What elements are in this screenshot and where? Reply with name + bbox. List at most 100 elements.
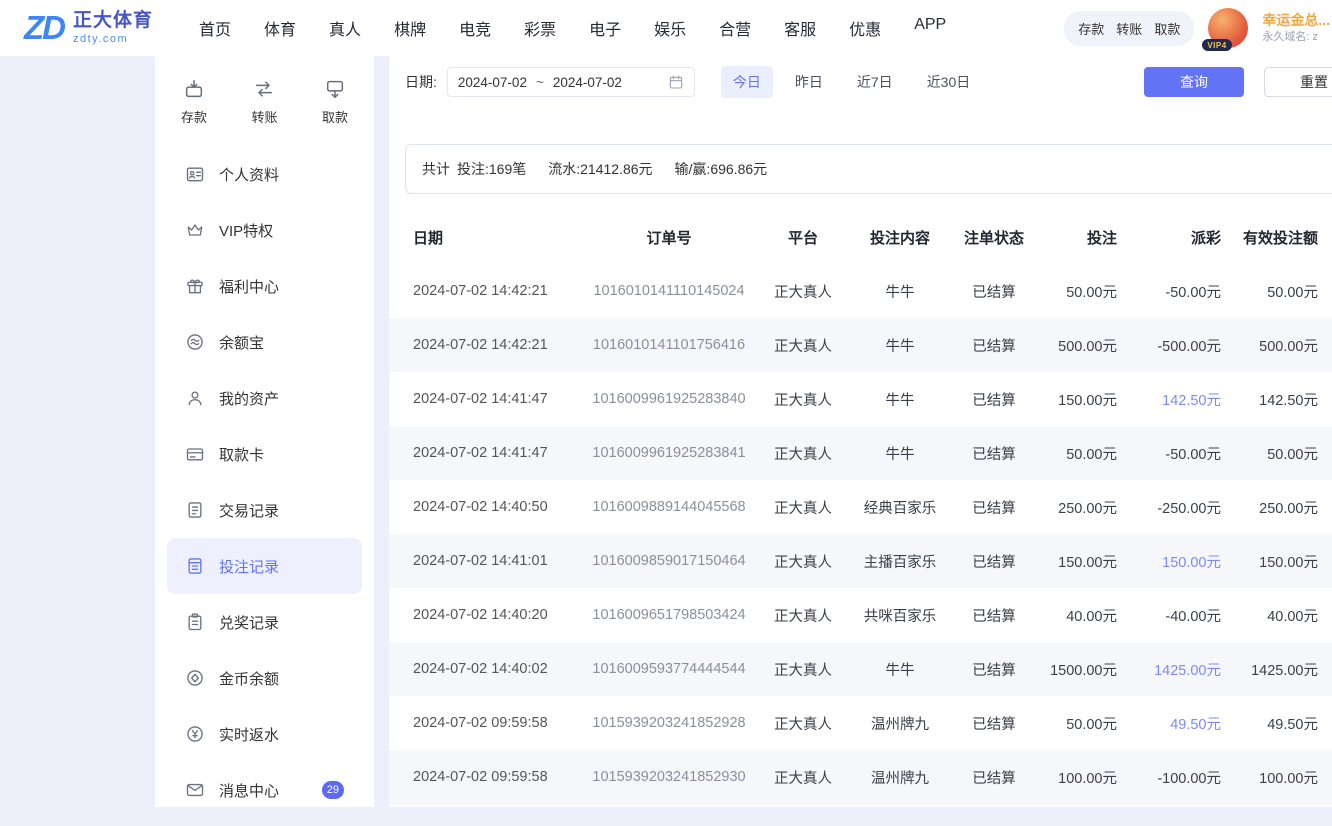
brand-logo[interactable]: ZD 正大体育 zdty.com xyxy=(24,9,153,47)
cell-order-number: 1016009593774444544 xyxy=(579,661,759,677)
date-label: 日期: xyxy=(405,72,437,92)
nav-item-3[interactable]: 真人 xyxy=(329,16,361,40)
summary-bar: 共计 投注:169笔 流水:21412.86元 输/赢:696.86元 xyxy=(405,144,1332,194)
calendar-icon[interactable] xyxy=(668,74,684,90)
column-header-5: 注单状态 xyxy=(953,227,1035,248)
sidebar-item-label: 个人资料 xyxy=(219,164,279,185)
sidebar-item-label: VIP特权 xyxy=(219,220,273,241)
cell-order-number: 1016009651798503424 xyxy=(579,607,759,623)
header-quick-link-2[interactable]: 转账 xyxy=(1116,19,1142,38)
cell-valid-bet: 50.00元 xyxy=(1229,281,1332,302)
sidebar-item-9[interactable]: 兑奖记录 xyxy=(167,594,362,650)
table-body: 2024-07-02 14:42:211016010141110145024正大… xyxy=(389,264,1332,804)
cell-status: 已结算 xyxy=(953,335,1035,356)
cell-status: 已结算 xyxy=(953,281,1035,302)
table-row: 2024-07-02 14:41:011016009859017150464正大… xyxy=(389,534,1332,588)
cell-payout: 49.50元 xyxy=(1125,713,1229,734)
table-row: 2024-07-02 14:42:211016010141110145024正大… xyxy=(389,264,1332,318)
bets-icon xyxy=(185,556,205,576)
nav-item-2[interactable]: 体育 xyxy=(264,16,296,40)
sidebar-item-6[interactable]: 取款卡 xyxy=(167,426,362,482)
nav-item-5[interactable]: 电竞 xyxy=(459,16,491,40)
sidebar-item-4[interactable]: 余额宝 xyxy=(167,314,362,370)
sidebar-item-5[interactable]: 我的资产 xyxy=(167,370,362,426)
nav-item-11[interactable]: 优惠 xyxy=(849,16,881,40)
sidebar-item-11[interactable]: 实时返水 xyxy=(167,706,362,762)
cell-payout: -500.00元 xyxy=(1125,335,1229,356)
header-quick-link-1[interactable]: 存款 xyxy=(1078,19,1104,38)
sidebar-item-label: 余额宝 xyxy=(219,332,264,353)
unread-count-badge: 29 xyxy=(322,781,344,799)
nav-item-12[interactable]: APP xyxy=(914,16,946,40)
date-shortcut-tabs: 今日昨日近7日近30日 xyxy=(721,66,982,98)
nav-item-8[interactable]: 娱乐 xyxy=(654,16,686,40)
cell-bet-amount: 150.00元 xyxy=(1035,389,1125,410)
quick-action-label: 转账 xyxy=(251,107,277,126)
yuebao-icon xyxy=(185,332,205,352)
nav-item-1[interactable]: 首页 xyxy=(199,16,231,40)
main-content: 日期: 2024-07-02 ~ 2024-07-02 今日昨日近7日近30日 … xyxy=(389,56,1332,807)
nav-item-9[interactable]: 合营 xyxy=(719,16,751,40)
table-row: 2024-07-02 14:42:211016010141101756416正大… xyxy=(389,318,1332,372)
table-row: 2024-07-02 14:40:021016009593774444544正大… xyxy=(389,642,1332,696)
column-header-3: 平台 xyxy=(759,227,847,248)
date-tab-4[interactable]: 近30日 xyxy=(915,66,983,98)
cell-status: 已结算 xyxy=(953,659,1035,680)
nav-item-7[interactable]: 电子 xyxy=(589,16,621,40)
nav-item-4[interactable]: 棋牌 xyxy=(394,16,426,40)
cell-order-number: 1016009889144045568 xyxy=(579,499,759,515)
cell-status: 已结算 xyxy=(953,551,1035,572)
cell-bet-content: 牛牛 xyxy=(847,443,953,464)
sidebar-item-3[interactable]: 福利中心 xyxy=(167,258,362,314)
date-tab-2[interactable]: 昨日 xyxy=(783,66,835,98)
quick-action-2[interactable]: 转账 xyxy=(251,78,277,126)
filter-bar: 日期: 2024-07-02 ~ 2024-07-02 今日昨日近7日近30日 … xyxy=(389,66,1332,98)
navbar-right: 存款转账取款 VIP4 幸运金总... 永久域名: z xyxy=(1064,8,1330,48)
quick-action-1[interactable]: 存款 xyxy=(181,78,207,126)
date-range-input[interactable]: 2024-07-02 ~ 2024-07-02 xyxy=(447,67,695,97)
table-row: 2024-07-02 14:40:201016009651798503424正大… xyxy=(389,588,1332,642)
sidebar-item-label: 交易记录 xyxy=(219,500,279,521)
date-range-separator: ~ xyxy=(536,75,544,90)
date-end-value: 2024-07-02 xyxy=(553,75,622,90)
date-start-value: 2024-07-02 xyxy=(458,75,527,90)
rebate-icon xyxy=(185,724,205,744)
cell-platform: 正大真人 xyxy=(759,443,847,464)
summary-bets-count: 投注:169笔 xyxy=(457,159,526,179)
brand-title: 正大体育 xyxy=(73,11,153,32)
nav-item-10[interactable]: 客服 xyxy=(784,16,816,40)
cell-payout: 1425.00元 xyxy=(1125,659,1229,680)
cell-payout: -50.00元 xyxy=(1125,443,1229,464)
date-tab-1[interactable]: 今日 xyxy=(721,66,773,98)
cell-status: 已结算 xyxy=(953,605,1035,626)
sidebar-item-label: 我的资产 xyxy=(219,388,279,409)
sidebar-item-1[interactable]: 个人资料 xyxy=(167,146,362,202)
sidebar-item-12[interactable]: 消息中心 29 xyxy=(167,762,362,818)
cell-date: 2024-07-02 14:40:50 xyxy=(389,499,579,515)
sidebar-item-2[interactable]: VIP特权 xyxy=(167,202,362,258)
user-avatar[interactable]: VIP4 xyxy=(1208,8,1248,48)
withdraw-icon xyxy=(324,78,346,100)
quick-action-3[interactable]: 取款 xyxy=(322,78,348,126)
cell-status: 已结算 xyxy=(953,443,1035,464)
cell-bet-amount: 1500.00元 xyxy=(1035,659,1125,680)
cell-order-number: 1016009961925283841 xyxy=(579,445,759,461)
table-row: 2024-07-02 14:40:501016009889144045568正大… xyxy=(389,480,1332,534)
cell-date: 2024-07-02 14:42:21 xyxy=(389,337,579,353)
sidebar-menu: 个人资料 VIP特权福利中心余额宝我的资产取款卡交易记录投注记录兑奖记录金币余额实… xyxy=(155,138,374,826)
sidebar-item-label: 消息中心 xyxy=(219,780,279,801)
header-quick-link-3[interactable]: 取款 xyxy=(1154,19,1180,38)
date-tab-3[interactable]: 近7日 xyxy=(845,66,905,98)
transfer-icon xyxy=(253,78,275,100)
welfare-icon xyxy=(185,276,205,296)
sidebar-item-10[interactable]: 金币余额 xyxy=(167,650,362,706)
sidebar-item-8[interactable]: 投注记录 xyxy=(167,538,362,594)
cell-bet-amount: 50.00元 xyxy=(1035,443,1125,464)
cell-bet-content: 温州牌九 xyxy=(847,767,953,788)
query-button[interactable]: 查询 xyxy=(1144,67,1244,97)
sidebar-item-7[interactable]: 交易记录 xyxy=(167,482,362,538)
nav-item-6[interactable]: 彩票 xyxy=(524,16,556,40)
wallet-quick-links: 存款转账取款 xyxy=(1064,11,1194,46)
cell-bet-content: 主播百家乐 xyxy=(847,551,953,572)
reset-button[interactable]: 重置 xyxy=(1264,67,1332,97)
